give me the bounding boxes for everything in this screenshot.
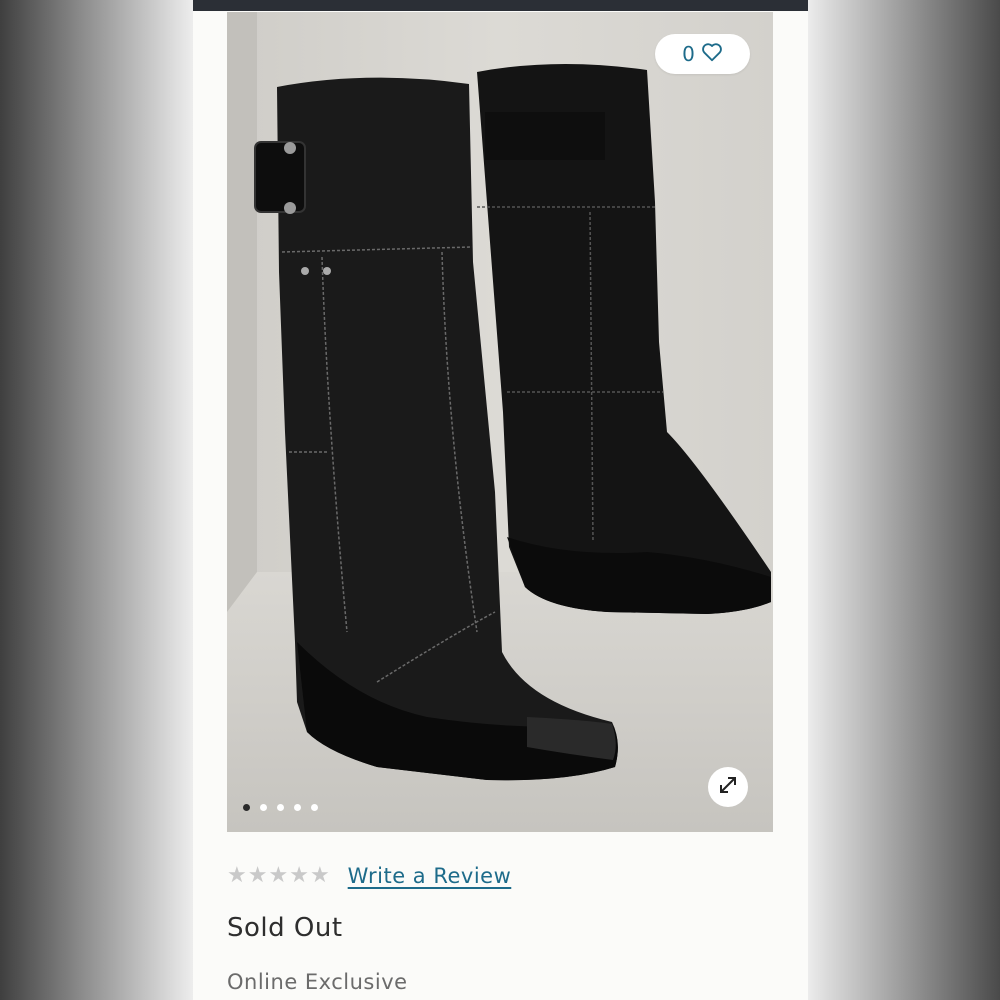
- heart-icon: [701, 41, 723, 68]
- gallery-dot[interactable]: [311, 804, 318, 811]
- star-icon: ★: [309, 863, 330, 888]
- gallery-dot[interactable]: [294, 804, 301, 811]
- star-icon: ★: [268, 863, 289, 888]
- gallery-pagination: [243, 804, 318, 811]
- expand-arrows-icon: [717, 774, 739, 800]
- star-icon: ★: [289, 863, 309, 888]
- boots-photo: [227, 12, 773, 832]
- star-rating: ★ ★ ★ ★ ★: [227, 862, 330, 890]
- stock-status: Sold Out: [227, 913, 343, 943]
- favorite-count: 0: [682, 42, 695, 66]
- favorite-button[interactable]: 0: [655, 34, 750, 74]
- star-icon: ★: [227, 863, 247, 888]
- rating-row: ★ ★ ★ ★ ★ Write a Review: [227, 862, 511, 890]
- mobile-page: 0 ★ ★ ★ ★ ★ Write a Review Sold Out Onli…: [193, 0, 808, 1000]
- gallery-dot[interactable]: [277, 804, 284, 811]
- gallery-dot[interactable]: [260, 804, 267, 811]
- zoom-button[interactable]: [708, 767, 748, 807]
- availability-label: Online Exclusive: [227, 970, 408, 994]
- top-bar: [193, 0, 808, 11]
- write-review-link[interactable]: Write a Review: [348, 864, 512, 888]
- product-image[interactable]: [227, 12, 773, 832]
- star-icon: ★: [247, 863, 268, 888]
- gallery-dot[interactable]: [243, 804, 250, 811]
